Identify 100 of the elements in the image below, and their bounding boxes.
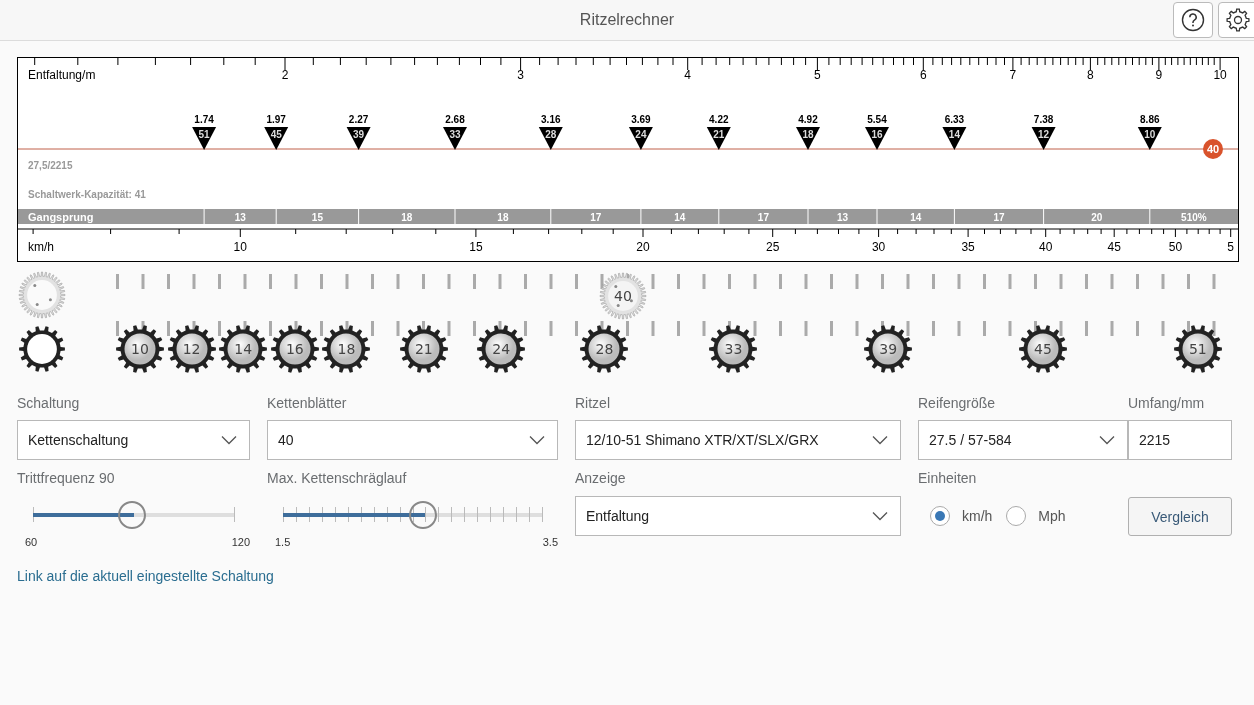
settings-link[interactable]: Link auf die aktuell eingestellte Schaltung <box>17 568 274 584</box>
chainring-icon <box>599 272 647 320</box>
teeth-label: 33 <box>449 128 461 140</box>
slider-min: 1.5 <box>275 536 291 548</box>
settings-icon <box>1226 8 1250 32</box>
radio-button[interactable] <box>1006 506 1027 526</box>
settings-button[interactable] <box>1218 2 1254 38</box>
field-label: Anzeige <box>575 470 627 486</box>
gear-marker <box>264 127 289 150</box>
cog-label: 16 <box>284 341 305 357</box>
teeth-label: 10 <box>1144 128 1156 140</box>
slider-handle[interactable] <box>117 500 146 529</box>
compare-button[interactable]: Vergleich <box>1128 497 1232 536</box>
gear-marker <box>192 127 217 150</box>
tick-label: 20 <box>636 240 650 254</box>
ratio-label: 7.38 <box>1033 114 1054 125</box>
select-field[interactable]: 12/10-51 Shimano XTR/XT/SLX/GRX <box>575 420 901 460</box>
gear-step-label: 18 <box>497 211 509 223</box>
cog-icon <box>321 324 372 374</box>
radio-button[interactable] <box>930 506 950 526</box>
select-field[interactable]: Kettenschaltung <box>17 420 250 460</box>
teeth-label: 16 <box>871 128 883 140</box>
tick-label: 5 <box>814 68 821 82</box>
tick-label: 50 <box>1168 240 1183 254</box>
radio-label: km/h <box>962 508 993 524</box>
gear-marker <box>346 127 371 150</box>
cog-label: 39 <box>878 341 899 357</box>
ratio-label: 3.69 <box>631 114 651 125</box>
ratio-label: 3.16 <box>541 114 561 125</box>
cog-label: 21 <box>413 341 434 357</box>
select-field[interactable]: 40 <box>267 420 558 460</box>
field-label: Max. Kettenschräglauf <box>267 470 408 486</box>
cog-label: 14 <box>233 341 254 357</box>
teeth-label: 45 <box>270 128 282 140</box>
teeth-label: 24 <box>635 128 647 140</box>
cog-icon <box>18 325 66 373</box>
cog-icon <box>863 324 914 374</box>
chevron-down-icon <box>872 511 888 521</box>
gear-marker <box>706 127 731 150</box>
tick-label: 25 <box>766 240 780 254</box>
gear-marker <box>538 127 563 150</box>
chainring-icon <box>18 271 66 319</box>
tick-label: 3 <box>517 68 524 82</box>
tick-label: 8 <box>1087 68 1094 82</box>
teeth-label: 51 <box>198 128 210 140</box>
field-label: Ritzel <box>575 395 611 411</box>
chevron-down-icon <box>872 435 888 445</box>
gear-step-label: 13 <box>234 211 246 223</box>
ratio-label: 2.68 <box>445 114 465 125</box>
gear-marker <box>628 127 653 150</box>
ratio-label: 1.97 <box>266 114 286 125</box>
gear-range-label: 510% <box>1181 211 1207 223</box>
gear-marker <box>1031 127 1056 150</box>
gear-marker <box>1137 127 1162 150</box>
cog-label: 24 <box>491 341 512 357</box>
ratio-label: 4.22 <box>709 114 729 125</box>
input-field[interactable]: 2215 <box>1128 420 1232 460</box>
cog-icon <box>218 324 269 374</box>
teeth-label: 12 <box>1038 128 1050 140</box>
select-field[interactable]: 27.5 / 57-584 <box>918 420 1128 460</box>
axis-label: Entfaltung/m <box>28 68 96 82</box>
teeth-label: 21 <box>713 128 725 140</box>
cog-icon <box>1172 324 1223 374</box>
cog-label: 18 <box>336 341 357 357</box>
gear-step-label: 17 <box>590 211 602 223</box>
field-label: Schaltung <box>17 395 81 411</box>
tick-label: 10 <box>1213 68 1227 82</box>
tick-label: 40 <box>1039 240 1053 254</box>
select-field[interactable]: Entfaltung <box>575 496 901 536</box>
tick-label: 35 <box>961 240 975 254</box>
ratio-label: 5.54 <box>867 114 887 125</box>
slider-handle[interactable] <box>409 500 438 529</box>
ratio-label: 2.27 <box>348 114 369 125</box>
help-button[interactable] <box>1173 2 1213 38</box>
field-label: Kettenblätter <box>267 395 348 411</box>
tick-label: 4 <box>684 68 692 82</box>
cog-label: 45 <box>1033 341 1053 357</box>
cog-icon <box>1018 324 1068 374</box>
gear-step-label: 20 <box>1091 211 1103 223</box>
tick-label: 30 <box>871 240 886 254</box>
gear-step-label: 14 <box>674 211 686 223</box>
slider-min: 60 <box>25 536 38 548</box>
ratio-label: 4.92 <box>798 114 818 125</box>
tick-label: 10 <box>233 240 247 254</box>
help-icon <box>1181 8 1205 32</box>
field-label: Einheiten <box>918 470 978 486</box>
tick-label: 15 <box>469 240 483 254</box>
teeth-label: 14 <box>948 128 960 140</box>
tick-label: 5 <box>1227 240 1235 254</box>
field-label: Trittfrequenz 90 <box>17 470 116 486</box>
cog-icon <box>166 324 217 374</box>
gear-step-label: 15 <box>311 211 323 223</box>
gear-step-label: 17 <box>993 211 1005 223</box>
tick-label: 9 <box>1155 68 1163 82</box>
tick-label: 2 <box>281 68 289 82</box>
radio-label: Mph <box>1038 508 1066 524</box>
cog-icon <box>269 324 320 374</box>
gear-marker <box>796 127 820 150</box>
gear-marker <box>443 127 467 150</box>
gear-step-label: 18 <box>401 211 413 223</box>
